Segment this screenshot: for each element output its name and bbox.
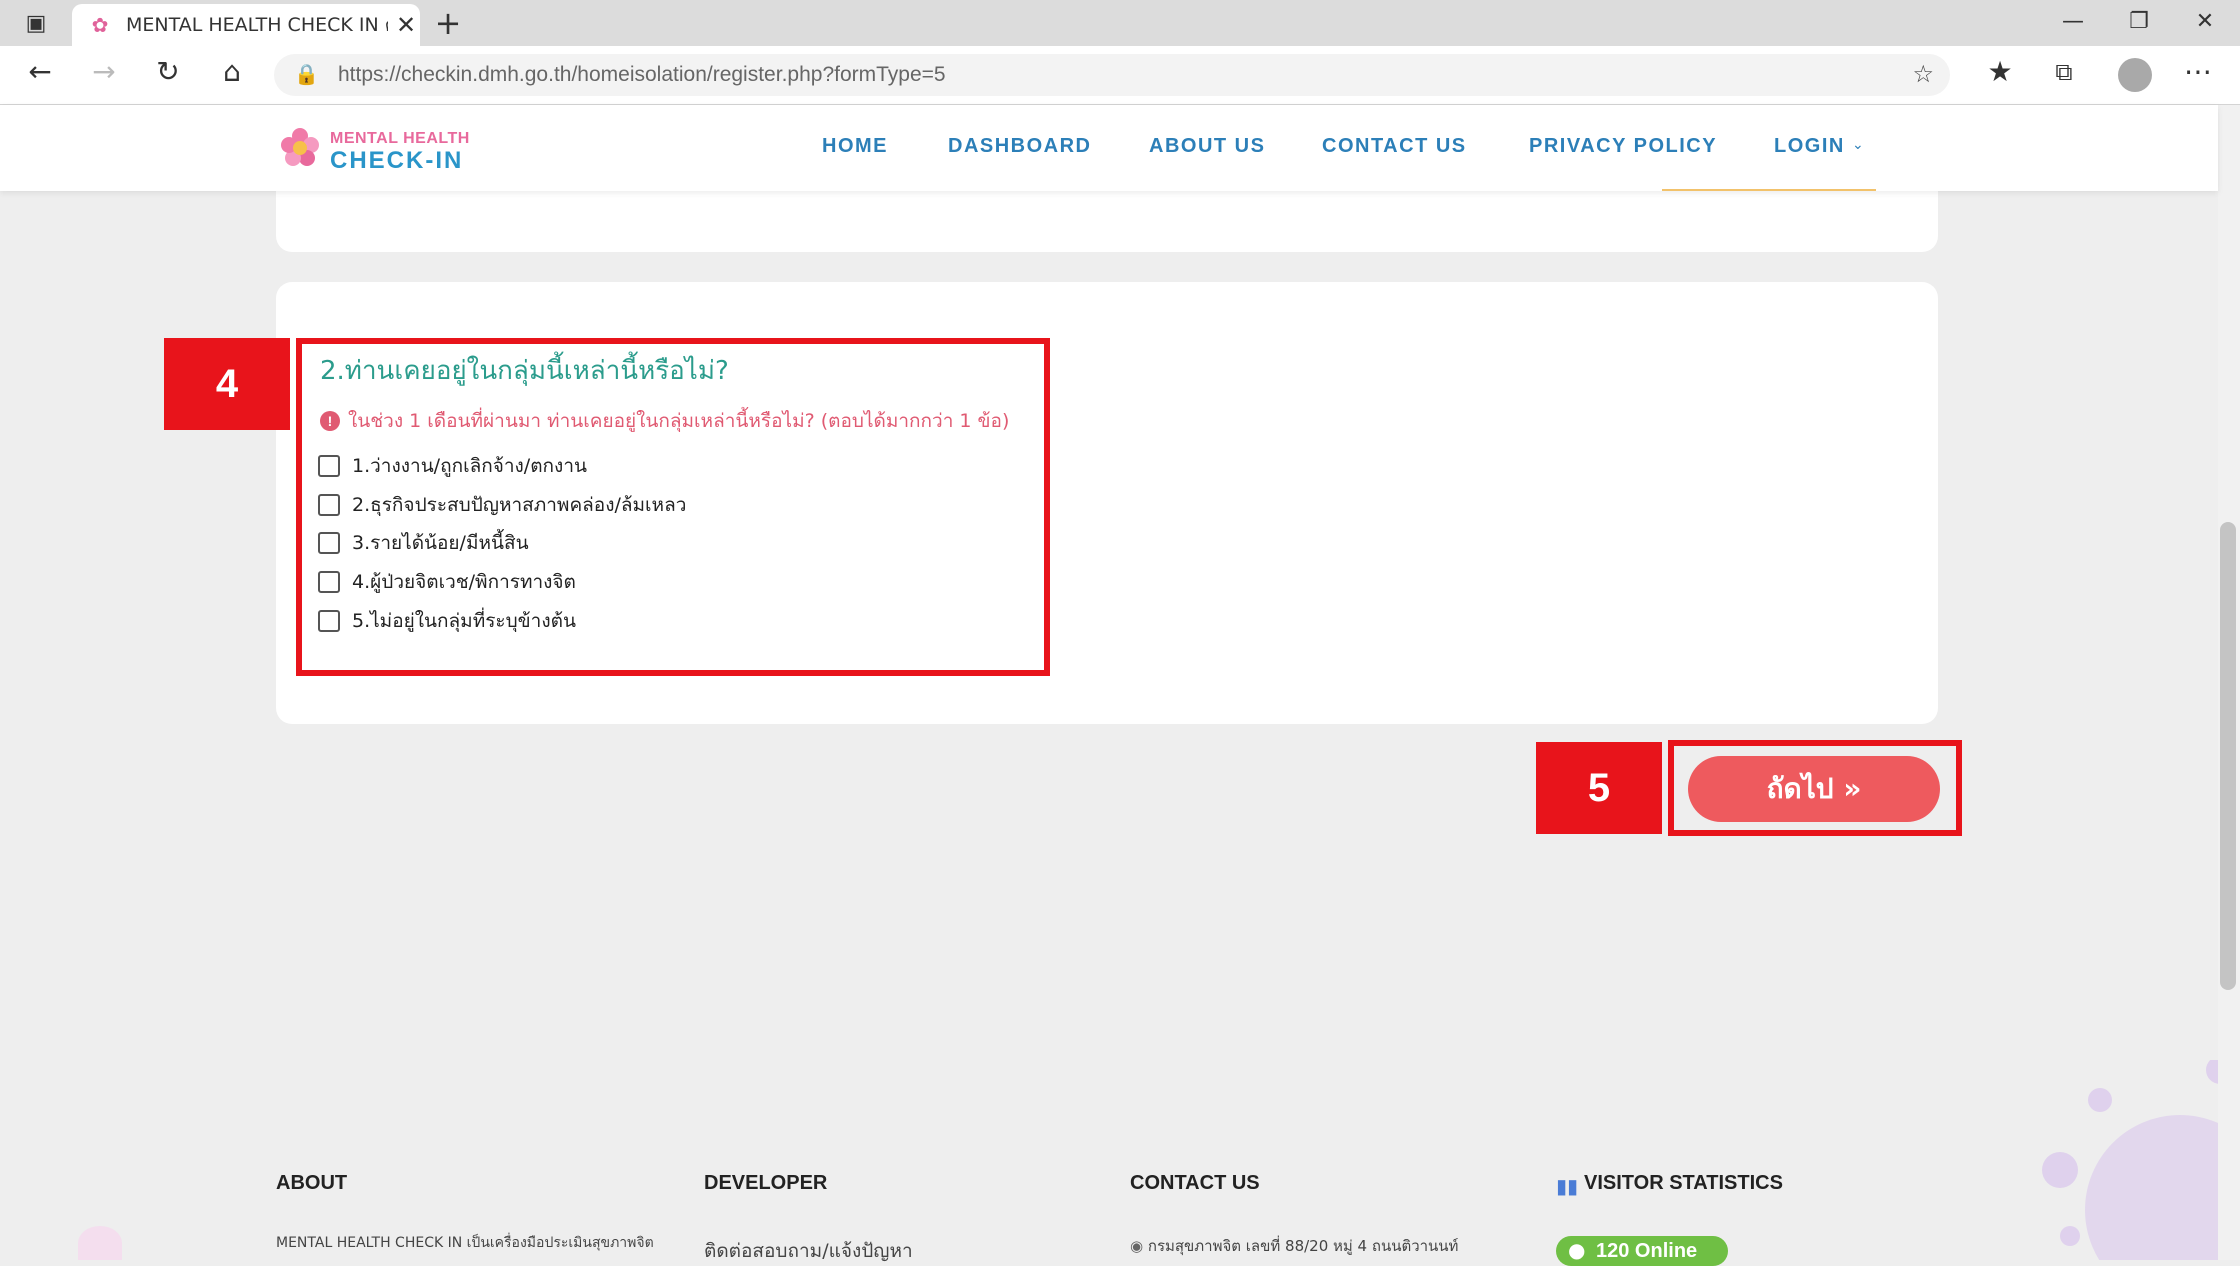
more-menu-icon[interactable]: ⋯ [2176,50,2220,94]
footer-developer-heading: DEVELOPER [704,1172,828,1194]
annotation-box-question [296,338,1050,676]
footer-contact-address: กรมสุขภาพจิต เลขที่ 88/20 หมู่ 4 ถนนติวา… [1147,1237,1459,1255]
footer-developer-link[interactable]: ติดต่อสอบถาม/แจ้งปัญหา [704,1236,913,1266]
logo-flower-icon [281,128,319,166]
browser-tab[interactable]: ✿ MENTAL HEALTH CHECK IN ตรวจ ✕ [72,4,420,46]
restore-icon[interactable]: ❐ [2106,0,2172,46]
collections-icon[interactable]: ⧉ [2042,50,2086,94]
favorites-icon[interactable]: ★ [1978,50,2022,94]
annotation-badge-5: 5 [1536,742,1662,834]
annotation-badge-4: 4 [164,338,290,430]
logo-line2: CHECK-IN [330,147,464,174]
tab-actions-icon[interactable]: ▣ [20,8,52,40]
online-count: 120 Online [1596,1240,1698,1262]
minimize-icon[interactable]: — [2040,0,2106,46]
add-favorite-icon[interactable]: ☆ [1912,60,1934,88]
new-tab-icon[interactable]: + [428,2,468,44]
reload-icon[interactable]: ↻ [146,50,190,94]
decorative-shape [78,1226,122,1260]
tab-title: MENTAL HEALTH CHECK IN ตรวจ [126,14,388,36]
footer-about-text: MENTAL HEALTH CHECK IN เป็นเครื่องมือประ… [276,1235,654,1251]
scrollbar-thumb[interactable] [2220,522,2236,990]
lock-icon[interactable]: 🔒 [294,62,319,86]
forward-icon[interactable]: → [82,50,126,94]
site-navbar: MENTAL HEALTH CHECK-IN HOME DASHBOARD AB… [0,105,2218,191]
home-icon[interactable]: ⌂ [210,50,254,94]
footer-about-heading: ABOUT [276,1172,348,1194]
user-icon: ● [1568,1238,1586,1262]
nav-login[interactable]: LOGIN [1774,135,1845,158]
next-button[interactable]: ถัดไป » [1688,756,1940,822]
logo-line1: MENTAL HEALTH [330,130,470,147]
nav-privacy-policy[interactable]: PRIVACY POLICY [1529,135,1717,158]
close-tab-icon[interactable]: ✕ [396,11,416,39]
close-window-icon[interactable]: ✕ [2172,0,2238,46]
bar-chart-icon: ▮▮ [1556,1174,1579,1198]
footer-stats-heading: VISITOR STATISTICS [1584,1172,1783,1194]
back-icon[interactable]: ← [18,50,62,94]
location-pin-icon: ◉ [1130,1237,1148,1255]
site-logo[interactable]: MENTAL HEALTH CHECK-IN [278,122,478,174]
address-bar[interactable]: 🔒 https://checkin.dmh.go.th/homeisolatio… [274,54,1950,96]
chevron-down-icon[interactable]: ⌄ [1852,137,1864,153]
nav-dashboard[interactable]: DASHBOARD [948,135,1092,158]
url-text[interactable]: https://checkin.dmh.go.th/homeisolation/… [338,54,946,96]
nav-active-underline [1662,189,1876,191]
footer-contact-text: ◉ กรมสุขภาพจิต เลขที่ 88/20 หมู่ 4 ถนนติ… [1130,1234,1458,1258]
flower-favicon-icon: ✿ [91,13,109,37]
nav-about-us[interactable]: ABOUT US [1149,135,1265,158]
nav-contact-us[interactable]: CONTACT US [1322,135,1467,158]
nav-home[interactable]: HOME [822,135,888,158]
decorative-virus-icon [2042,1060,2240,1260]
profile-avatar[interactable] [2118,58,2152,92]
footer-contact-heading: CONTACT US [1130,1172,1260,1194]
